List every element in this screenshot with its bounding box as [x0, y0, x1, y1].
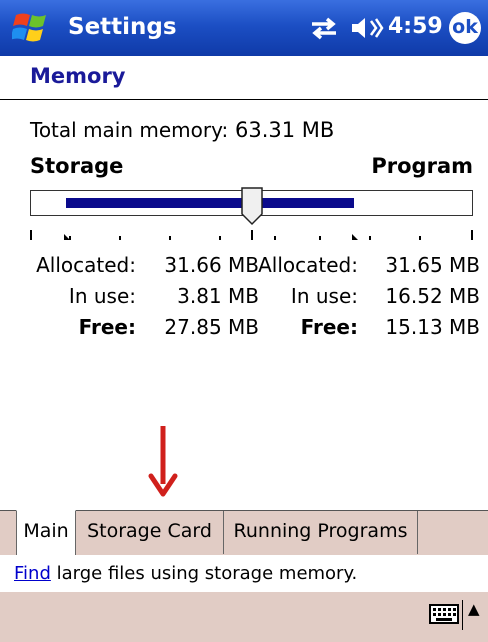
windows-start-icon[interactable] [12, 11, 52, 45]
ok-button[interactable]: ok [449, 12, 481, 44]
program-free-label: Free: [300, 315, 358, 339]
storage-allocated-row: Allocated: 31.66 MB [32, 250, 259, 281]
program-allocated-row: Allocated: 31.65 MB [258, 250, 480, 281]
storage-in-use-value: 3.81 MB [177, 284, 259, 308]
title-bar: Settings 4:59 ok [0, 0, 488, 56]
program-in-use-value: 16.52 MB [385, 284, 480, 308]
help-line: Find large files using storage memory. [0, 556, 488, 592]
connectivity-icon[interactable] [308, 16, 340, 40]
storage-label: Storage [30, 154, 124, 178]
clock[interactable]: 4:59 [388, 14, 443, 39]
storage-free-label: Free: [78, 315, 136, 339]
total-memory-label: Total main memory: [30, 118, 229, 142]
memory-slider-fill [66, 198, 354, 208]
program-in-use-row: In use: 16.52 MB [258, 281, 480, 312]
speaker-icon[interactable] [350, 16, 384, 40]
storage-free-row: Free: 27.85 MB [32, 312, 259, 343]
storage-allocated-value: 31.66 MB [164, 253, 259, 277]
annotation-arrow-icon [148, 426, 178, 497]
program-allocated-label: Allocated: [258, 253, 358, 277]
total-memory-line: Total main memory: 63.31 MB [30, 118, 334, 142]
tab-running-programs[interactable]: Running Programs [224, 511, 418, 554]
program-stats: Allocated: 31.65 MB In use: 16.52 MB Fre… [258, 250, 480, 343]
total-memory-value: 63.31 MB [235, 118, 335, 142]
tab-storage-card[interactable]: Storage Card [76, 511, 224, 554]
slider-ticks [30, 230, 473, 240]
tab-bar: Main Storage Card Running Programs [0, 510, 488, 555]
storage-stats: Allocated: 31.66 MB In use: 3.81 MB Free… [32, 250, 259, 343]
help-text: large files using storage memory. [50, 563, 358, 584]
storage-in-use-row: In use: 3.81 MB [32, 281, 259, 312]
storage-allocated-label: Allocated: [36, 253, 136, 277]
page-title: Memory [30, 64, 126, 88]
menu-bar: ▲ [0, 592, 488, 642]
program-in-use-label: In use: [290, 284, 358, 308]
page-header: Memory [0, 56, 488, 100]
app-title: Settings [68, 14, 177, 40]
find-link[interactable]: Find [14, 563, 51, 584]
memory-slider-thumb[interactable] [240, 186, 264, 226]
keyboard-icon[interactable] [429, 602, 459, 626]
tab-main[interactable]: Main [16, 510, 76, 555]
storage-in-use-label: In use: [68, 284, 136, 308]
sip-separator [462, 600, 463, 630]
storage-free-value: 27.85 MB [164, 315, 259, 339]
program-label: Program [371, 154, 473, 178]
program-free-row: Free: 15.13 MB [258, 312, 480, 343]
program-allocated-value: 31.65 MB [385, 253, 480, 277]
program-free-value: 15.13 MB [385, 315, 480, 339]
sip-arrow-icon[interactable]: ▲ [468, 600, 480, 618]
